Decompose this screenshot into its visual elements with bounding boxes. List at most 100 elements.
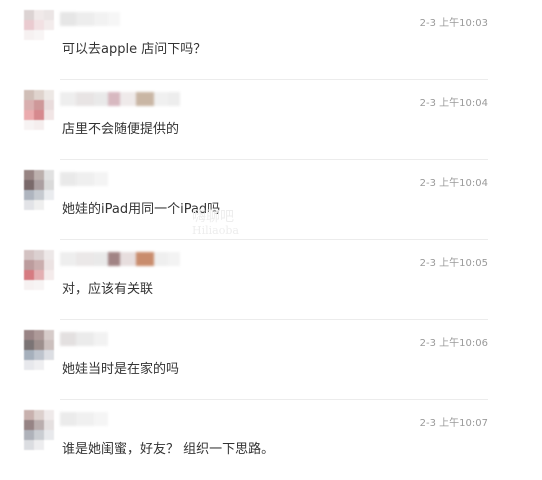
avatar-pixel [34,330,44,340]
username-pixel [76,172,94,186]
avatar-pixel [34,350,44,360]
username-pixel [108,92,120,106]
avatar-pixel [24,100,34,110]
username-blurred[interactable] [60,12,120,26]
avatar-pixel [44,260,54,270]
username-pixel [154,252,168,266]
username-pixel [94,172,108,186]
username-pixel [136,92,154,106]
username-pixel [60,332,76,346]
avatar-pixel [44,10,54,20]
avatar[interactable] [24,250,54,290]
username-blurred[interactable] [60,412,108,426]
avatar-pixel [24,200,34,210]
username-pixel [60,92,76,106]
avatar-pixel [34,110,44,120]
comment-text: 对，应该有关联 [62,282,154,297]
avatar[interactable] [24,170,54,210]
avatar-pixel [34,30,44,40]
avatar-pixel [44,180,54,190]
username-pixel [76,252,94,266]
comment-time: 2-3 上午10:07 [419,418,488,429]
avatar-pixel [44,110,54,120]
username-pixel [94,252,108,266]
avatar-pixel [24,270,34,280]
username-blurred[interactable] [60,332,108,346]
username-blurred[interactable] [60,252,180,266]
avatar-pixel [44,40,54,50]
avatar-pixel [44,200,54,210]
comment-text: 可以去apple 店问下吗？ [62,42,207,57]
username-pixel [168,92,180,106]
avatar-pixel [44,190,54,200]
username-pixel [120,92,136,106]
comment-time: 2-3 上午10:05 [419,258,488,269]
avatar-pixel [24,360,34,370]
username-pixel [108,12,120,26]
avatar-pixel [44,280,54,290]
avatar-pixel [34,360,44,370]
avatar-pixel [34,120,44,130]
avatar-pixel [34,90,44,100]
avatar-pixel [34,170,44,180]
username-pixel [76,92,94,106]
avatar-pixel [24,120,34,130]
username-pixel [60,12,76,26]
avatar-pixel [44,420,54,430]
avatar-pixel [24,90,34,100]
avatar-pixel [24,340,34,350]
comment-item: 2-3 上午10:03 可以去apple 店问下吗？ [0,0,542,80]
comment-text: 她娃当时是在家的吗 [62,362,180,377]
username-pixel [168,252,180,266]
avatar-pixel [34,100,44,110]
username-pixel [154,92,168,106]
username-pixel [76,332,94,346]
avatar[interactable] [24,10,54,50]
avatar-pixel [44,30,54,40]
avatar-pixel [24,420,34,430]
username-pixel [60,252,76,266]
comment-item: 2-3 上午10:04 店里不会随便提供的 [0,80,542,160]
avatar-pixel [44,430,54,440]
avatar[interactable] [24,90,54,130]
comment-item: 2-3 上午10:06 她娃当时是在家的吗 [0,320,542,400]
avatar-pixel [44,90,54,100]
avatar-pixel [24,40,34,50]
avatar-pixel [34,410,44,420]
avatar-pixel [34,430,44,440]
avatar-pixel [44,250,54,260]
comment-text: 谁是她闺蜜，好友？ 组织一下思路。 [62,442,275,457]
avatar-pixel [34,20,44,30]
username-pixel [94,412,108,426]
avatar-pixel [44,360,54,370]
comment-text: 店里不会随便提供的 [62,122,180,137]
username-pixel [76,412,94,426]
comment-item: 2-3 上午10:04 她娃的iPad用同一个iPad吗 [0,160,542,240]
avatar[interactable] [24,410,54,450]
comment-item: 2-3 上午10:07 谁是她闺蜜，好友？ 组织一下思路。 [0,400,542,480]
avatar-pixel [34,340,44,350]
avatar-pixel [24,190,34,200]
avatar-pixel [44,350,54,360]
avatar-pixel [24,440,34,450]
comment-item: 2-3 上午10:05 对，应该有关联 [0,240,542,320]
avatar-pixel [44,100,54,110]
avatar-pixel [44,440,54,450]
avatar-pixel [34,270,44,280]
avatar-pixel [44,20,54,30]
avatar[interactable] [24,330,54,370]
avatar-pixel [24,110,34,120]
avatar-pixel [24,30,34,40]
comment-time: 2-3 上午10:03 [419,18,488,29]
avatar-pixel [34,10,44,20]
comment-time: 2-3 上午10:06 [419,338,488,349]
username-blurred[interactable] [60,172,108,186]
avatar-pixel [34,420,44,430]
username-pixel [60,412,76,426]
avatar-pixel [44,330,54,340]
avatar-pixel [44,120,54,130]
username-blurred[interactable] [60,92,180,106]
comment-time: 2-3 上午10:04 [419,178,488,189]
avatar-pixel [44,340,54,350]
username-pixel [136,252,154,266]
